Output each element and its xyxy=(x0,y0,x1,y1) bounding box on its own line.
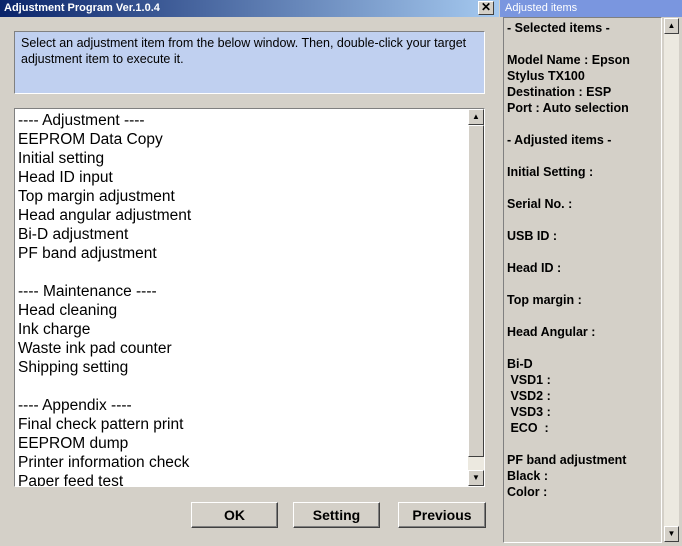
list-item[interactable]: Printer information check xyxy=(18,453,463,472)
side-scroll-down-button[interactable]: ▼ xyxy=(664,526,679,542)
scroll-up-button[interactable]: ▲ xyxy=(468,109,484,125)
adjusted-item-line: Initial Setting : xyxy=(507,165,594,179)
list-section-header[interactable]: ---- Appendix ---- xyxy=(18,396,463,415)
side-spacer xyxy=(507,308,630,324)
adjusted-item-line: - Selected items - xyxy=(507,21,610,35)
adjusted-item-line: VSD3 : xyxy=(507,405,551,419)
list-item[interactable]: Shipping setting xyxy=(18,358,463,377)
setting-button[interactable]: Setting xyxy=(293,502,380,528)
list-item[interactable]: Head cleaning xyxy=(18,301,463,320)
side-spacer xyxy=(507,436,630,452)
adjusted-item-line: Color : xyxy=(507,485,548,499)
adjusted-item-line: ECO : xyxy=(507,421,549,435)
list-item[interactable]: EEPROM Data Copy xyxy=(18,130,463,149)
side-scrollbar[interactable]: ▲ ▼ xyxy=(663,17,680,543)
adjusted-item-line: - Adjusted items - xyxy=(507,133,612,147)
list-item[interactable]: EEPROM dump xyxy=(18,434,463,453)
close-icon: ✕ xyxy=(480,0,492,14)
adjusted-item-line: VSD1 : xyxy=(507,373,551,387)
list-item[interactable]: Paper feed test xyxy=(18,472,463,486)
side-spacer xyxy=(507,340,630,356)
side-spacer xyxy=(507,148,630,164)
list-items-container: ---- Adjustment ---- EEPROM Data Copy Init… xyxy=(18,111,463,486)
main-window-title: Adjustment Program Ver.1.0.4 xyxy=(4,2,160,14)
side-spacer xyxy=(507,36,630,52)
side-scroll-up-button[interactable]: ▲ xyxy=(664,18,679,34)
adjusted-items-panel: - Selected items - Model Name : Epson Styl… xyxy=(503,17,662,543)
adjusted-item-line: Bi-D xyxy=(507,357,533,371)
arrow-up-icon: ▲ xyxy=(472,112,480,121)
side-title-bar[interactable]: Adjusted items xyxy=(500,0,682,17)
adjusted-item-line: Destination : ESP xyxy=(507,85,612,99)
adjusted-item-line: Port : Auto selection xyxy=(507,101,629,115)
list-item[interactable]: Bi-D adjustment xyxy=(18,225,463,244)
ok-button[interactable]: OK xyxy=(191,502,278,528)
list-section-header[interactable]: ---- Maintenance ---- xyxy=(18,282,463,301)
arrow-down-icon: ▼ xyxy=(667,529,676,538)
adjusted-item-line: Stylus TX100 xyxy=(507,69,585,83)
scroll-down-button[interactable]: ▼ xyxy=(468,470,484,486)
adjusted-item-line: VSD2 : xyxy=(507,389,551,403)
adjusted-items-lines: - Selected items - Model Name : Epson Styl… xyxy=(507,20,630,500)
adjusted-item-line: Black : xyxy=(507,469,548,483)
list-section-header[interactable]: ---- Adjustment ---- xyxy=(18,111,463,130)
adjusted-item-line: Serial No. : xyxy=(507,197,573,211)
adjusted-item-line: Top margin : xyxy=(507,293,582,307)
adjusted-item-line: PF band adjustment xyxy=(507,453,627,467)
list-item[interactable]: Head angular adjustment xyxy=(18,206,463,225)
adjusted-item-line: USB ID : xyxy=(507,229,557,243)
list-item[interactable]: Waste ink pad counter xyxy=(18,339,463,358)
side-spacer xyxy=(507,244,630,260)
instruction-box: Select an adjustment item from the below… xyxy=(14,31,485,94)
previous-button[interactable]: Previous xyxy=(398,502,486,528)
list-item[interactable]: PF band adjustment xyxy=(18,244,463,263)
side-spacer xyxy=(507,212,630,228)
list-item[interactable]: Final check pattern print xyxy=(18,415,463,434)
side-spacer xyxy=(507,276,630,292)
list-item[interactable]: Top margin adjustment xyxy=(18,187,463,206)
side-window-title: Adjusted items xyxy=(505,2,578,14)
list-item[interactable]: Head ID input xyxy=(18,168,463,187)
side-spacer xyxy=(507,116,630,132)
side-spacer xyxy=(507,180,630,196)
arrow-down-icon: ▼ xyxy=(472,473,480,482)
list-scrollbar[interactable]: ▲ ▼ xyxy=(468,109,484,486)
main-title-bar[interactable]: Adjustment Program Ver.1.0.4 xyxy=(0,0,499,17)
list-item[interactable]: Initial setting xyxy=(18,149,463,168)
adjustment-program-window: Adjustment Program Ver.1.0.4 ✕ Select an… xyxy=(0,0,499,546)
adjusted-items-window: Adjusted items - Selected items - Model N… xyxy=(500,0,682,546)
list-item[interactable]: Ink charge xyxy=(18,320,463,339)
adjusted-item-line: Head Angular : xyxy=(507,325,596,339)
instruction-text: Select an adjustment item from the below… xyxy=(21,36,467,66)
arrow-up-icon: ▲ xyxy=(667,21,676,30)
adjustment-item-list[interactable]: ---- Adjustment ---- EEPROM Data Copy Init… xyxy=(14,108,485,487)
close-button[interactable]: ✕ xyxy=(478,1,494,15)
adjusted-item-line: Model Name : Epson xyxy=(507,53,630,67)
scroll-thumb[interactable] xyxy=(468,125,484,457)
adjusted-item-line: Head ID : xyxy=(507,261,562,275)
